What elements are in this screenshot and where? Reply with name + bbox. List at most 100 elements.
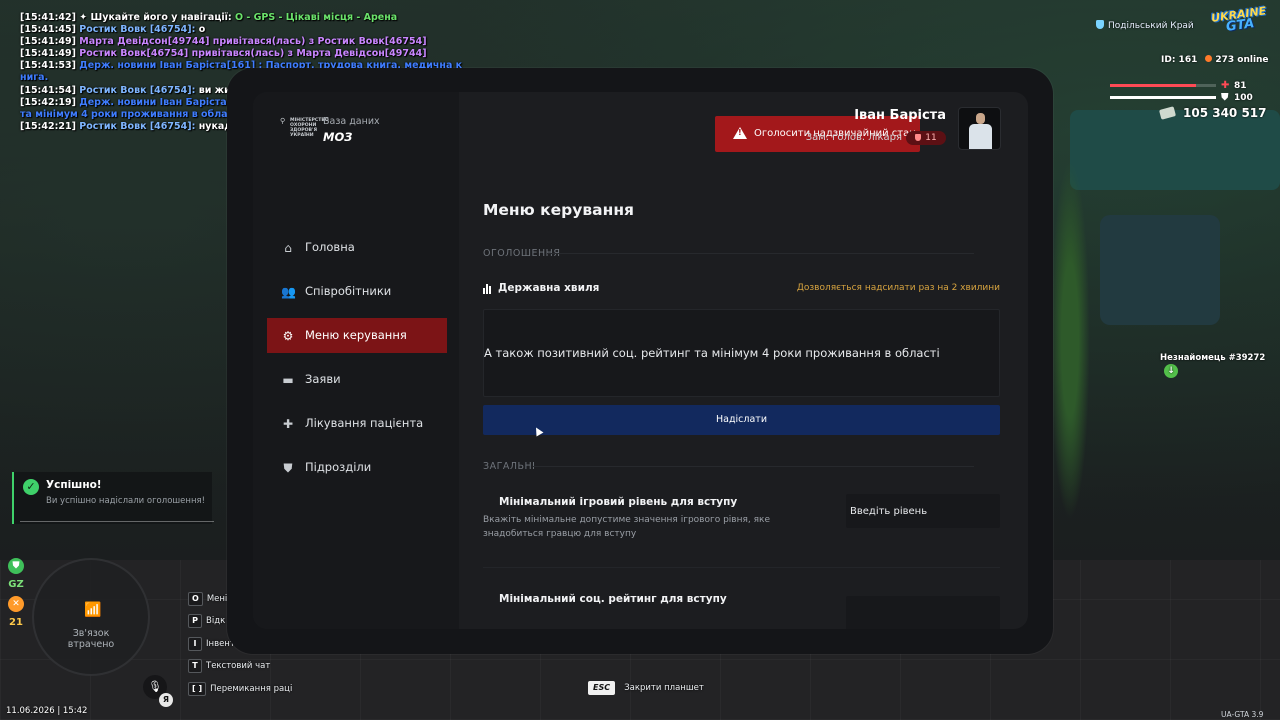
sidebar-item-gear[interactable]: ⚙ Меню керування (267, 318, 447, 353)
chat-text: нига. (20, 72, 49, 84)
warning-icon (733, 127, 747, 139)
sidebar-item-label: Головна (305, 240, 355, 254)
chat-text: о (198, 24, 206, 36)
profile-role: Зам. голов. лікаря (805, 132, 902, 143)
chat-line: [15:41:45] Ростик Вовк [46754]: о (20, 24, 420, 36)
cash-icon (1158, 106, 1177, 120)
check-icon: ✓ (23, 479, 39, 495)
key-label: Перемикання раці (210, 683, 293, 694)
folder-icon: ▬ (282, 373, 294, 387)
esc-hint: ESC Закрити планшет (588, 677, 704, 696)
rank-badge: 11 (906, 131, 946, 145)
min-level-description: Вкажіть мінімальне допустиме значення іг… (483, 515, 770, 539)
announcement-textarea[interactable]: А також позитивний соц. рейтинг та мінім… (483, 309, 1000, 397)
green-zone-label: GZ (8, 579, 24, 590)
chat-text: та мінімум 4 роки проживання в області (20, 108, 242, 120)
bar-chart-icon (483, 282, 494, 294)
avatar[interactable] (958, 107, 1001, 150)
shield-icon: ⛊ (283, 461, 293, 475)
health-bar: ✚ 81 (1110, 80, 1270, 92)
key-label: Мені (206, 593, 228, 604)
chat-text: Ростик Вовк [46754]: (75, 120, 199, 132)
sidebar-item-users[interactable]: 👥 Співробітники (267, 274, 447, 309)
announcement-text: А також позитивний соц. рейтинг та мінім… (484, 346, 940, 360)
main-content: Оголосити надзвичайний стан Іван Баріста… (459, 92, 1028, 629)
chat-line: [15:41:49] Ростик Вовк[46754] привітався… (20, 48, 427, 60)
minimap: 📶 Зв'язок втрачено (32, 558, 150, 676)
health-value: 81 (1234, 81, 1247, 91)
status-icons: ⛊ GZ ✕ 21 (8, 558, 26, 634)
min-social-input[interactable] (846, 596, 1000, 629)
version-label: UA-GTA 3.9 (1221, 710, 1264, 719)
player-id-online: ID: 161 273 online (1161, 55, 1269, 65)
armor-bar: ⛊ 100 (1110, 92, 1270, 104)
key-hint: [ ] Перемикання раці (188, 678, 292, 701)
chat-timestamp: [15:41:49] (20, 36, 76, 48)
key-cap: P (188, 614, 202, 628)
chat-line: [15:41:42] ✦ Шукайте його у навігації: O… (20, 12, 420, 24)
gear-icon: ⚙ (282, 329, 294, 343)
rate-limit-note: Дозволяється надсилати раз на 2 хвилини (796, 283, 1000, 293)
ministry-crest: ⚲ МІНІСТЕРСТВО ОХОРОНИ ЗДОРОВ'Я УКРАЇНИ (280, 117, 329, 139)
armor-value: 100 (1234, 93, 1253, 103)
org-label: МОЗ (323, 130, 353, 144)
sidebar-item-folder[interactable]: ▬ Заяви (267, 362, 447, 397)
shield-status-icon: ⛊ (8, 558, 24, 574)
chat-line: [15:41:49] Марта Девідсон[49744] привіта… (20, 36, 427, 48)
sidebar-item-label: Підрозділи (305, 460, 372, 474)
chat-timestamp: [15:42:21] (20, 120, 76, 132)
datetime: 11.06.2026 | 15:42 (6, 706, 88, 716)
connection-lost-label: Зв'язок втрачено (67, 628, 115, 650)
armor-icon: ⛊ (1221, 92, 1229, 103)
min-level-input[interactable] (846, 494, 1000, 528)
money: 105 340 517 (1158, 106, 1267, 120)
sidebar-item-bandage[interactable]: ✚ Лікування пацієнта (267, 406, 447, 441)
key-cap: T (188, 659, 202, 673)
sidebar-item-label: Лікування пацієнта (305, 416, 424, 430)
stranger-tag: Незнайомець #39272↓ (1160, 353, 1266, 378)
tablet-screen: ⚲ МІНІСТЕРСТВО ОХОРОНИ ЗДОРОВ'Я УКРАЇНИ … (253, 92, 1028, 629)
chat-timestamp: [15:41:54] (20, 84, 76, 96)
success-notification: ✓ Успішно! Ви успішно надіслали оголошен… (12, 472, 214, 524)
sidebar-item-label: Співробітники (305, 284, 392, 298)
chat-text: O - GPS - Цікаві місця - Арена (235, 12, 398, 23)
send-button[interactable]: Надіслати (483, 405, 1000, 435)
state-wave-title: Державна хвиля (483, 282, 599, 294)
page-title: Меню керування (483, 201, 634, 219)
notification-title: Успішно! (46, 479, 102, 491)
chat-timestamp: [15:41:45] (20, 24, 76, 36)
notification-subtitle: Ви успішно надіслали оголошення! (46, 496, 206, 506)
close-circle-icon: ✕ (8, 596, 24, 612)
profile-name: Іван Баріста (854, 108, 946, 123)
count-label: 21 (9, 617, 23, 628)
chat-text: Ростик Вовк [46754]: (75, 84, 199, 96)
armchair (1100, 215, 1220, 325)
row-divider (483, 567, 1000, 568)
section-divider (533, 466, 974, 467)
sidebar: ⚲ МІНІСТЕРСТВО ОХОРОНИ ЗДОРОВ'Я УКРАЇНИ … (253, 92, 459, 629)
chat-text: Марта Девідсон[49744] привітався(лась) з… (75, 36, 427, 48)
key-label: Текстовий чат (206, 661, 271, 671)
online-dot-icon (1205, 55, 1213, 62)
microphone-icon: ↓ (1164, 364, 1178, 378)
chat-timestamp: [15:41:49] (20, 48, 76, 60)
key-hint: T Текстовий чат (188, 656, 292, 679)
chat-timestamp: [15:42:19] (20, 96, 76, 108)
section-divider (547, 253, 974, 254)
sidebar-item-label: Меню керування (305, 328, 407, 342)
min-level-title: Мінімальний ігровий рівень для вступу (499, 496, 738, 508)
region-label: Подільський Край (1096, 20, 1194, 31)
sidebar-item-shield[interactable]: ⛊ Підрозділи (267, 450, 447, 485)
sidebar-item-label: Заяви (305, 372, 341, 386)
users-icon: 👥 (281, 285, 296, 299)
voice-key-badge: Я (159, 693, 173, 707)
home-icon: ⌂ (284, 241, 292, 255)
key-cap: I (188, 636, 202, 651)
sidebar-item-home[interactable]: ⌂ Головна (267, 230, 447, 265)
esc-label: Закрити планшет (624, 682, 704, 693)
chat-text: Ростик Вовк[46754] привітався(лась) з Ма… (75, 48, 427, 60)
plant (1050, 160, 1090, 520)
chat-text: ✦ Шукайте його у навігації: (75, 12, 235, 23)
rank-shield-icon (915, 134, 922, 141)
online-count: 273 online (1215, 55, 1269, 65)
